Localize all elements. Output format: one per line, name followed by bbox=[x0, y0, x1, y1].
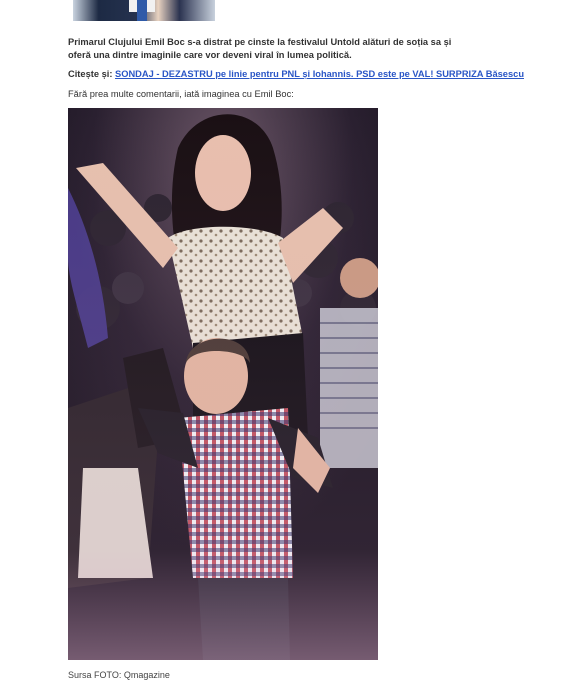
article-photo bbox=[68, 108, 378, 660]
top-photo bbox=[73, 0, 215, 21]
article-lead: Primarul Clujului Emil Boc s-a distrat p… bbox=[68, 37, 452, 60]
tie-shape bbox=[137, 0, 147, 21]
read-also-prefix: Citește și: bbox=[68, 69, 113, 79]
read-also: Citește și: SONDAJ - DEZASTRU pe linie p… bbox=[68, 68, 524, 80]
photo-credit: Sursa FOTO: Qmagazine bbox=[68, 670, 170, 680]
photo-illustration bbox=[68, 108, 378, 660]
article-intro: Fără prea multe comentarii, iată imagine… bbox=[68, 89, 294, 99]
read-also-link[interactable]: SONDAJ - DEZASTRU pe linie pentru PNL și… bbox=[115, 69, 524, 79]
